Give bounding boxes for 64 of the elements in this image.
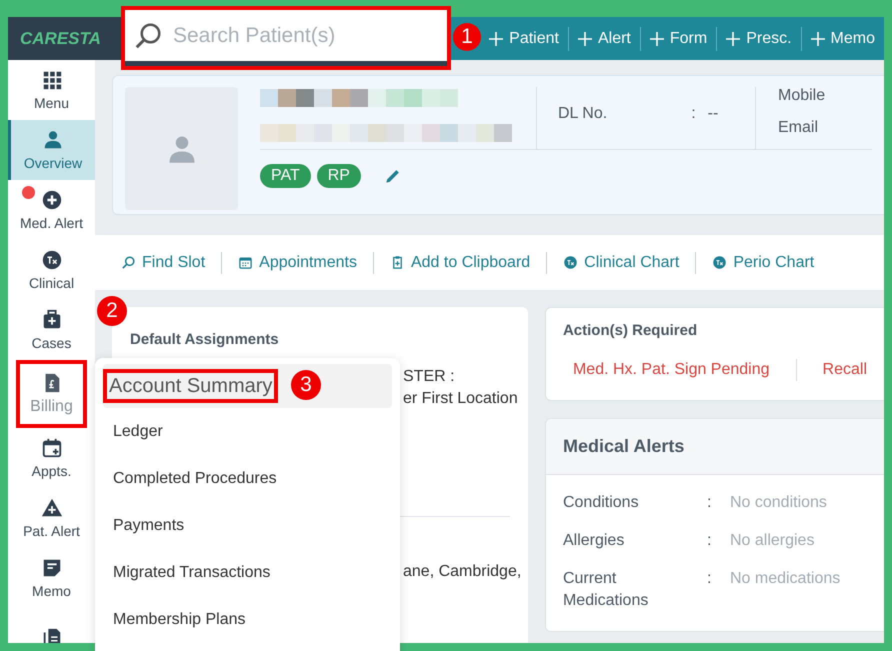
patient-tag: RP — [316, 164, 361, 188]
sidebar-item[interactable]: Overview — [8, 120, 95, 180]
warning-icon — [40, 497, 62, 519]
plus-icon — [650, 32, 664, 46]
calendar-icon — [238, 255, 254, 270]
sidebar-item[interactable]: Menu — [8, 60, 95, 120]
add-button[interactable]: Presc. — [717, 26, 801, 52]
billing-option[interactable]: Completed Procedures — [103, 455, 392, 502]
patient-tag: PAT — [260, 164, 311, 188]
quick-action-link[interactable]: Clinical Chart — [563, 254, 680, 272]
prescription-icon — [712, 255, 728, 270]
prescription-icon — [563, 255, 578, 270]
alert-value: No allergies — [730, 531, 814, 551]
text-fragment: STER : — [403, 368, 455, 386]
card-title: Medical Alerts — [562, 436, 684, 457]
plus-icon — [578, 32, 592, 46]
alert-value: No conditions — [730, 493, 827, 513]
alert-label: Current Medications — [562, 569, 650, 611]
search-icon — [121, 255, 136, 270]
add-button[interactable]: Memo — [802, 26, 884, 52]
field-value: -- — [708, 105, 718, 123]
quick-action-link[interactable]: Add to Clipboard — [390, 254, 530, 272]
action-link[interactable]: Recall — [822, 361, 867, 379]
action-link[interactable]: Med. Hx. Pat. Sign Pending — [572, 361, 770, 379]
sidebar-item[interactable]: Pat. Alert — [8, 488, 95, 548]
field-label: DL No. — [558, 105, 608, 123]
billing-option[interactable]: Ledger — [103, 408, 392, 455]
plus-icon — [489, 32, 504, 46]
add-button[interactable]: Alert — [568, 26, 640, 52]
contact-label: Email — [778, 119, 820, 137]
plus-icon — [726, 32, 740, 46]
sidebar-item[interactable]: Clinical — [8, 240, 95, 300]
text-fragment: er First Location — [403, 390, 518, 408]
billing-option[interactable]: Migrated Transactions — [103, 549, 392, 596]
sidebar-item[interactable]: Appts. — [8, 428, 95, 488]
text-fragment: ane, Cambridge, — [403, 563, 522, 581]
field-colon: : — [706, 493, 712, 513]
billing-option[interactable]: Membership Plans — [103, 596, 392, 643]
field-colon: : — [706, 569, 712, 589]
card-title: Default Assignments — [130, 331, 280, 348]
calendar-icon — [40, 437, 62, 459]
plus-icon — [810, 32, 825, 46]
card-title: Action(s) Required — [562, 322, 698, 339]
search-icon — [133, 20, 163, 50]
quick-action-link[interactable]: Appointments — [238, 254, 357, 272]
prescription-icon — [40, 249, 62, 271]
billing-option[interactable]: Payments — [103, 502, 392, 549]
person-icon — [42, 129, 64, 151]
add-button[interactable]: Patient — [480, 26, 568, 52]
add-button[interactable]: Form — [640, 26, 716, 52]
quick-action-link[interactable]: Find Slot — [121, 254, 206, 272]
field-colon: : — [691, 105, 696, 123]
sidebar-item[interactable]: Med. Alert — [8, 180, 95, 240]
field-colon: : — [706, 531, 712, 551]
plus-icon — [40, 189, 62, 211]
sidebar-item[interactable]: Memo — [8, 548, 95, 608]
alert-label: Conditions — [562, 493, 640, 513]
contact-label: Mobile — [778, 87, 826, 105]
sidebar-item[interactable]: Cases — [8, 300, 95, 360]
alert-value: No medications — [730, 569, 840, 589]
alert-label: Allergies — [562, 531, 626, 551]
logo: CARESTA — [20, 28, 101, 48]
quick-action-link[interactable]: Perio Chart — [712, 254, 814, 272]
sidebar-item[interactable]: Billing — [16, 360, 87, 428]
